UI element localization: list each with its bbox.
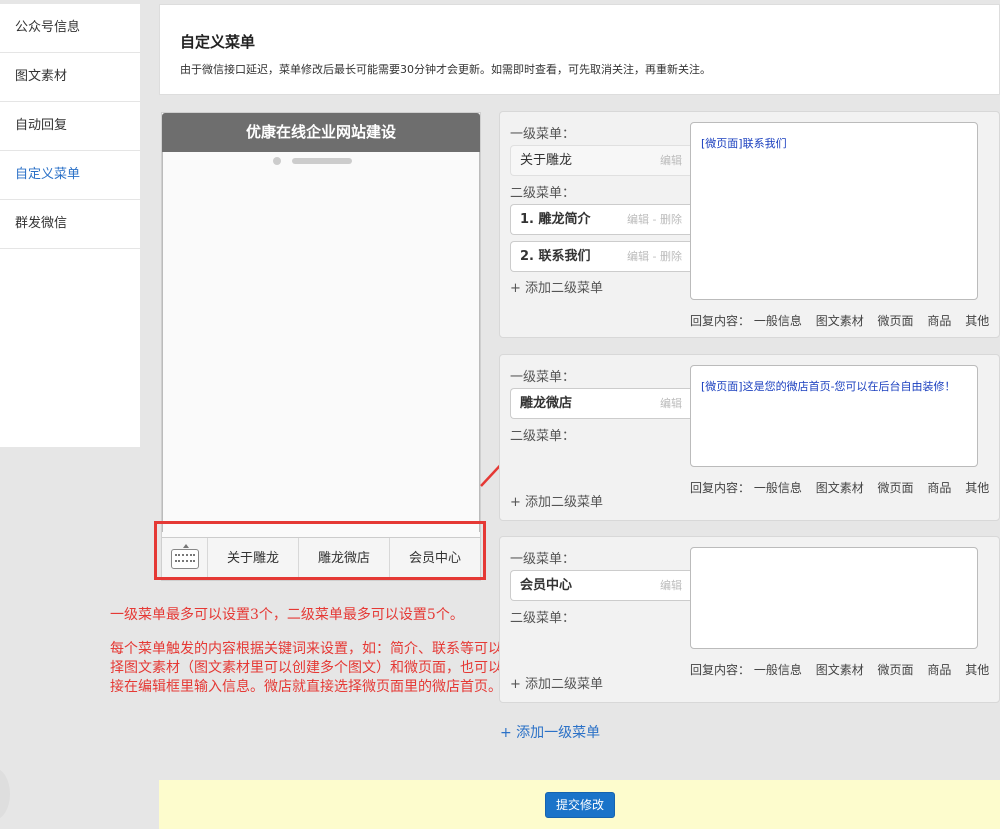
add-sub-menu-button[interactable]: + 添加二级菜单 xyxy=(510,491,603,510)
reply-option-general[interactable]: 一般信息 xyxy=(754,481,802,495)
menu-panel-3: 一级菜单： 会员中心 编辑 二级菜单： + 添加二级菜单 回复内容： 一般信息 … xyxy=(499,536,1000,703)
reply-option-product[interactable]: 商品 xyxy=(927,481,951,495)
first-level-input[interactable]: 会员中心 编辑 xyxy=(510,570,690,601)
footer-bar: 提交修改 xyxy=(159,780,1000,829)
page-description: 由于微信接口延迟，菜单修改后最长可能需要30分钟才会更新。如需即时查看，可先取消… xyxy=(180,63,711,76)
content-editor[interactable]: [微页面]这是您的微店首页-您可以在后台自由装修！ xyxy=(690,365,978,467)
submit-button[interactable]: 提交修改 xyxy=(545,792,615,818)
first-level-name: 会员中心 xyxy=(520,578,573,593)
second-level-label: 二级菜单： xyxy=(510,186,576,201)
sidebar-item-custom-menu[interactable]: 自定义菜单 xyxy=(0,151,140,200)
edit-delete-link[interactable]: 编辑 - 删除 xyxy=(627,242,682,271)
menu-panel-2: 一级菜单： 雕龙微店 编辑 二级菜单： + 添加二级菜单 [微页面]这是您的微店… xyxy=(499,354,1000,521)
add-first-level-menu-button[interactable]: + 添加一级菜单 xyxy=(500,722,600,742)
reply-option-other[interactable]: 其他 xyxy=(965,481,989,495)
second-level-name: 2. 联系我们 xyxy=(520,249,591,264)
edit-link[interactable]: 编辑 xyxy=(660,146,682,175)
reply-option-product[interactable]: 商品 xyxy=(927,314,951,328)
sidebar: 公众号信息 图文素材 自动回复 自定义菜单 群发微信 xyxy=(0,4,140,447)
content-editor[interactable] xyxy=(690,547,978,649)
sidebar-item-media[interactable]: 图文素材 xyxy=(0,53,140,102)
phone-screen xyxy=(162,152,480,532)
reply-option-micro-page[interactable]: 微页面 xyxy=(878,314,914,328)
second-level-item-1[interactable]: 1. 雕龙简介 编辑 - 删除 xyxy=(510,204,690,235)
first-level-label: 一级菜单： xyxy=(510,127,576,142)
first-level-name: 关于雕龙 xyxy=(520,153,573,168)
speaker-bar xyxy=(292,158,352,164)
content-editor[interactable]: [微页面]联系我们 xyxy=(690,122,978,300)
reply-option-micro-page[interactable]: 微页面 xyxy=(878,481,914,495)
reply-options: 回复内容： 一般信息 图文素材 微页面 商品 其他 xyxy=(690,479,999,496)
phone-preview: 优康在线企业网站建设 关于雕龙 雕龙微店 会员中心 xyxy=(161,112,481,581)
first-level-input[interactable]: 关于雕龙 编辑 xyxy=(510,145,690,176)
reply-option-micro-page[interactable]: 微页面 xyxy=(878,663,914,677)
edit-link[interactable]: 编辑 xyxy=(660,571,682,600)
first-level-name: 雕龙微店 xyxy=(520,396,573,411)
reply-prefix: 回复内容： xyxy=(690,481,751,495)
sidebar-item-broadcast[interactable]: 群发微信 xyxy=(0,200,140,249)
phone-title: 优康在线企业网站建设 xyxy=(162,113,480,152)
highlight-box xyxy=(154,521,486,580)
reply-prefix: 回复内容： xyxy=(690,314,751,328)
edit-delete-link[interactable]: 编辑 - 删除 xyxy=(627,205,682,234)
reply-prefix: 回复内容： xyxy=(690,663,751,677)
annotation-note-limits: 一级菜单最多可以设置3个，二级菜单最多可以设置5个。 xyxy=(110,607,464,623)
add-sub-menu-button[interactable]: + 添加二级菜单 xyxy=(510,277,603,296)
sidebar-item-auto-reply[interactable]: 自动回复 xyxy=(0,102,140,151)
edge-decoration xyxy=(0,768,10,820)
reply-option-other[interactable]: 其他 xyxy=(965,314,989,328)
first-level-input[interactable]: 雕龙微店 编辑 xyxy=(510,388,690,419)
page-header: 自定义菜单 由于微信接口延迟，菜单修改后最长可能需要30分钟才会更新。如需即时查… xyxy=(159,4,1000,95)
reply-option-general[interactable]: 一般信息 xyxy=(754,663,802,677)
reply-option-media[interactable]: 图文素材 xyxy=(816,481,864,495)
reply-options: 回复内容： 一般信息 图文素材 微页面 商品 其他 xyxy=(690,312,999,329)
sidebar-item-account-info[interactable]: 公众号信息 xyxy=(0,4,140,53)
reply-option-media[interactable]: 图文素材 xyxy=(816,314,864,328)
reply-option-other[interactable]: 其他 xyxy=(965,663,989,677)
reply-options: 回复内容： 一般信息 图文素材 微页面 商品 其他 xyxy=(690,661,999,678)
annotation-note-content: 每个菜单触发的内容根据关键词来设置，如：简介、联系等可以选择图文素材（图文素材里… xyxy=(110,641,516,695)
edit-link[interactable]: 编辑 xyxy=(660,389,682,418)
first-level-label: 一级菜单： xyxy=(510,552,576,567)
reply-option-general[interactable]: 一般信息 xyxy=(754,314,802,328)
menu-panel-1: 一级菜单： 关于雕龙 编辑 二级菜单： 1. 雕龙简介 编辑 - 删除 2. 联… xyxy=(499,111,1000,338)
second-level-label: 二级菜单： xyxy=(510,429,576,444)
reply-option-product[interactable]: 商品 xyxy=(927,663,951,677)
add-sub-menu-button[interactable]: + 添加二级菜单 xyxy=(510,673,603,692)
page-title: 自定义菜单 xyxy=(180,33,256,51)
second-level-item-2[interactable]: 2. 联系我们 编辑 - 删除 xyxy=(510,241,690,272)
second-level-label: 二级菜单： xyxy=(510,611,576,626)
first-level-label: 一级菜单： xyxy=(510,370,576,385)
second-level-name: 1. 雕龙简介 xyxy=(520,212,591,227)
reply-option-media[interactable]: 图文素材 xyxy=(816,663,864,677)
camera-dot xyxy=(273,157,281,165)
